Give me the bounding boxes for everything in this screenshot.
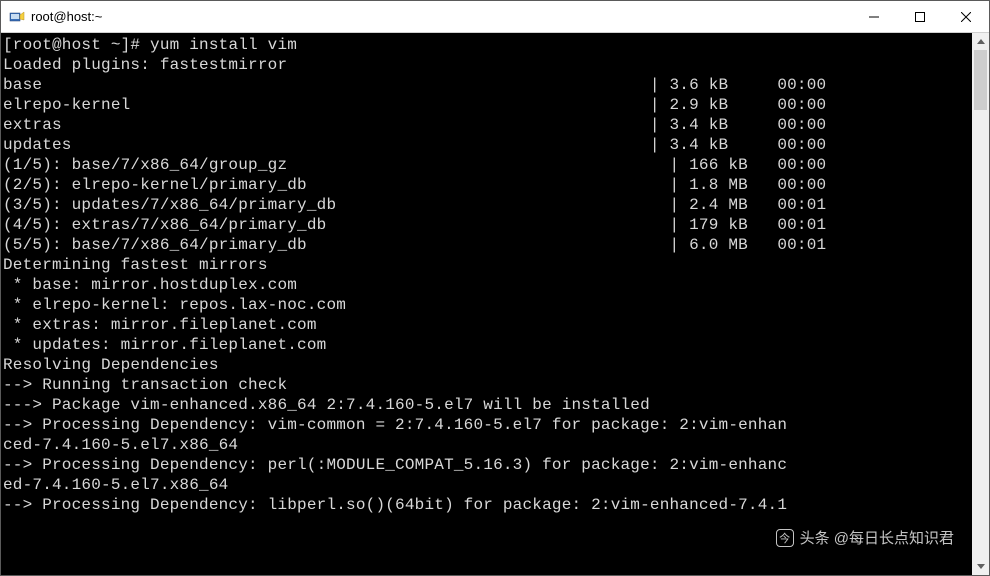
scrollbar-track[interactable] <box>972 50 989 558</box>
command-text: yum install vim <box>150 36 297 54</box>
output-line: (2/5): elrepo-kernel/primary_db | 1.8 MB… <box>3 175 968 195</box>
output-line: (4/5): extras/7/x86_64/primary_db | 179 … <box>3 215 968 235</box>
vertical-scrollbar[interactable] <box>972 33 989 575</box>
shell-prompt: [root@host ~]# <box>3 36 150 54</box>
window-controls <box>851 1 989 32</box>
terminal-output[interactable]: [root@host ~]# yum install vimLoaded plu… <box>1 33 972 575</box>
output-line: ced-7.4.160-5.el7.x86_64 <box>3 435 968 455</box>
terminal-area: [root@host ~]# yum install vimLoaded plu… <box>1 33 989 575</box>
window-frame: root@host:~ [root@host ~]# yum install v… <box>0 0 990 576</box>
scroll-down-arrow-icon[interactable] <box>972 558 989 575</box>
output-line: Resolving Dependencies <box>3 355 968 375</box>
output-line: ed-7.4.160-5.el7.x86_64 <box>3 475 968 495</box>
output-line: updates | 3.4 kB 00:00 <box>3 135 968 155</box>
maximize-button[interactable] <box>897 1 943 32</box>
output-line: elrepo-kernel | 2.9 kB 00:00 <box>3 95 968 115</box>
output-line: (5/5): base/7/x86_64/primary_db | 6.0 MB… <box>3 235 968 255</box>
titlebar[interactable]: root@host:~ <box>1 1 989 33</box>
output-line: (1/5): base/7/x86_64/group_gz | 166 kB 0… <box>3 155 968 175</box>
output-line: Determining fastest mirrors <box>3 255 968 275</box>
prompt-line: [root@host ~]# yum install vim <box>3 35 968 55</box>
output-line: --> Processing Dependency: perl(:MODULE_… <box>3 455 968 475</box>
scrollbar-thumb[interactable] <box>974 50 987 110</box>
scroll-up-arrow-icon[interactable] <box>972 33 989 50</box>
output-line: * elrepo-kernel: repos.lax-noc.com <box>3 295 968 315</box>
close-button[interactable] <box>943 1 989 32</box>
output-line: * extras: mirror.fileplanet.com <box>3 315 968 335</box>
output-line: ---> Package vim-enhanced.x86_64 2:7.4.1… <box>3 395 968 415</box>
output-line: --> Processing Dependency: libperl.so()(… <box>3 495 968 515</box>
output-line: Loaded plugins: fastestmirror <box>3 55 968 75</box>
output-line: * base: mirror.hostduplex.com <box>3 275 968 295</box>
output-line: base | 3.6 kB 00:00 <box>3 75 968 95</box>
output-line: --> Processing Dependency: vim-common = … <box>3 415 968 435</box>
output-line: --> Running transaction check <box>3 375 968 395</box>
minimize-button[interactable] <box>851 1 897 32</box>
window-title: root@host:~ <box>31 9 851 24</box>
output-line: (3/5): updates/7/x86_64/primary_db | 2.4… <box>3 195 968 215</box>
output-line: * updates: mirror.fileplanet.com <box>3 335 968 355</box>
output-line: extras | 3.4 kB 00:00 <box>3 115 968 135</box>
putty-icon <box>9 9 25 25</box>
